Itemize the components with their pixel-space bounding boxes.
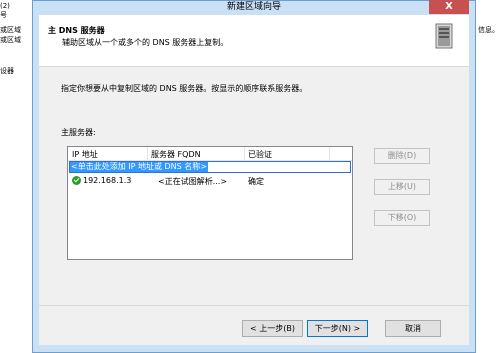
move-up-button[interactable]: 上移(U) — [374, 179, 430, 195]
column-header-verified[interactable]: 已验证 — [248, 149, 272, 160]
add-server-placeholder[interactable]: <单击此处添加 IP 地址或 DNS 名称> — [70, 162, 208, 172]
primary-servers-table[interactable]: IP 地址 服务器 FQDN 已验证 <单击此处添加 IP 地址或 DNS 名称… — [67, 146, 353, 260]
footer-divider — [39, 305, 469, 306]
cell-fqdn: <正在试图解析...> — [158, 177, 228, 186]
bg-item: 号 — [0, 11, 7, 19]
check-ok-icon — [72, 176, 81, 185]
column-divider[interactable] — [244, 147, 245, 161]
table-row[interactable]: 192.168.1.3 <正在试图解析...> 确定 — [68, 175, 352, 187]
column-header-fqdn[interactable]: 服务器 FQDN — [151, 149, 201, 160]
bg-item: (2) — [0, 2, 10, 10]
column-header-ip[interactable]: IP 地址 — [72, 149, 98, 160]
column-divider[interactable] — [147, 147, 148, 161]
bg-item: 或区域 — [0, 26, 21, 34]
cell-ip: 192.168.1.3 — [83, 176, 132, 185]
background-window-right: 信息。 — [476, 0, 500, 353]
wizard-client-area: 主 DNS 服务器 辅助区域从一个或多个的 DNS 服务器上复制。 指定你想要从… — [39, 15, 469, 345]
bg-item: 或区域 — [0, 36, 21, 44]
page-subtitle: 辅助区域从一个或多个的 DNS 服务器上复制。 — [62, 38, 229, 47]
bg-right-text: 信息。 — [478, 26, 499, 34]
title-bar: 新建区域向导 X — [33, 0, 475, 14]
table-header: IP 地址 服务器 FQDN 已验证 — [68, 147, 352, 161]
cell-verified: 确定 — [248, 177, 264, 186]
column-divider[interactable] — [329, 147, 330, 161]
next-button[interactable]: 下一步(N) > — [307, 320, 368, 337]
move-down-button[interactable]: 下移(O) — [374, 210, 430, 226]
page-title: 主 DNS 服务器 — [48, 26, 105, 35]
server-icon — [435, 23, 453, 49]
cancel-button[interactable]: 取消 — [385, 320, 441, 337]
primary-servers-label: 主服务器: — [61, 128, 96, 137]
bg-item: 设器 — [0, 67, 14, 75]
wizard-header: 主 DNS 服务器 辅助区域从一个或多个的 DNS 服务器上复制。 — [39, 15, 469, 67]
new-zone-wizard-dialog: 新建区域向导 X 主 DNS 服务器 辅助区域从一个或多个的 DNS 服务器上复… — [32, 0, 476, 353]
delete-button[interactable]: 删除(D) — [374, 148, 430, 164]
back-button[interactable]: < 上一步(B) — [242, 320, 303, 337]
close-button[interactable]: X — [429, 0, 469, 14]
instruction-text: 指定你想要从中复制区域的 DNS 服务器。按显示的顺序联系服务器。 — [61, 84, 308, 93]
add-server-row[interactable]: <单击此处添加 IP 地址或 DNS 名称> — [69, 161, 351, 173]
background-window-left: (2) 号 或区域 或区域 设器 — [0, 0, 30, 353]
dialog-title: 新建区域向导 — [226, 2, 281, 12]
